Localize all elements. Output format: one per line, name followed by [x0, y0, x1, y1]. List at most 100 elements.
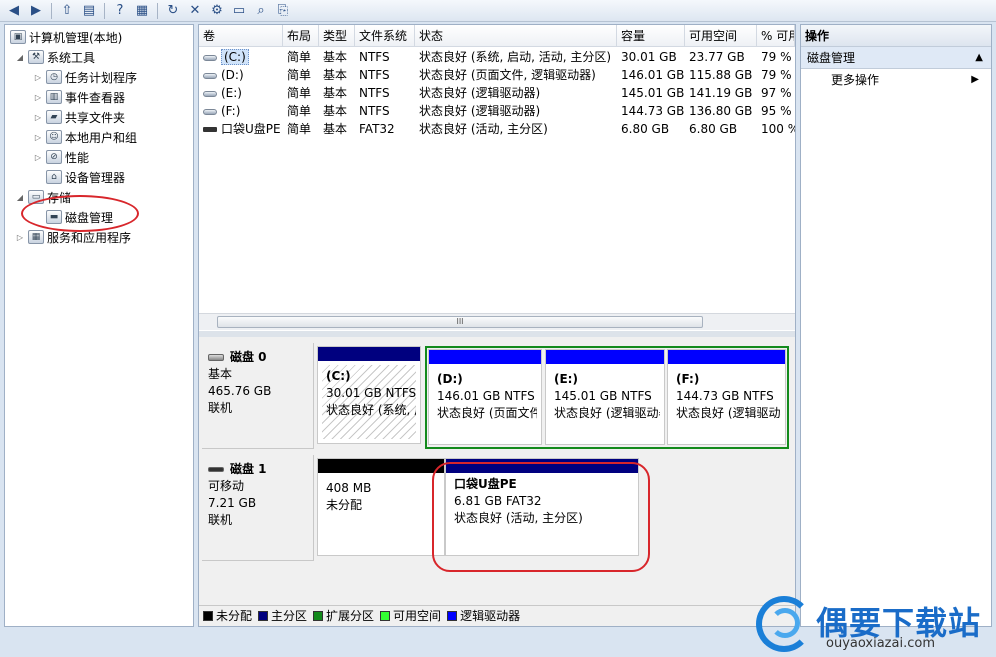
collapsed-arrow-icon[interactable]: ▷	[33, 113, 43, 122]
partition-status: 状态良好 (逻辑驱动器)	[676, 406, 781, 420]
legend-item: 可用空间	[380, 607, 441, 624]
partition-c[interactable]: (C:) 30.01 GB NTFS 状态良好 (系统, 启动, 活动, 主分区…	[317, 346, 421, 444]
partition-body: (C:) 30.01 GB NTFS 状态良好 (系统, 启动, 活动, 主分区…	[322, 365, 416, 439]
logical-drive-bar	[546, 350, 664, 364]
properties-icon[interactable]: ▦	[132, 2, 152, 20]
column-header-volume[interactable]: 卷	[199, 25, 283, 47]
unallocated-bar	[318, 459, 444, 473]
disk-type: 可移动	[208, 479, 245, 493]
tree-item-label: 事件查看器	[65, 90, 126, 105]
delete-icon[interactable]: ✕	[185, 2, 205, 20]
tree-item-root[interactable]: ▣ 计算机管理(本地)	[7, 28, 122, 46]
horizontal-scrollbar[interactable]: III	[199, 313, 795, 330]
refresh-icon[interactable]: ↻	[163, 2, 183, 20]
back-icon[interactable]: ◀	[4, 2, 24, 20]
layout-cell: 简单	[287, 122, 312, 136]
show-hide-tree-icon[interactable]: ▤	[79, 2, 99, 20]
column-header-type[interactable]: 类型	[319, 25, 355, 47]
table-row[interactable]: (D:) 简单 基本 NTFS 状态良好 (页面文件, 逻辑驱动器) 146.0…	[199, 66, 795, 84]
drive-icon	[203, 90, 217, 97]
open-icon[interactable]: ▭	[229, 2, 249, 20]
partition-f[interactable]: (F:) 144.73 GB NTFS 状态良好 (逻辑驱动器)	[667, 349, 786, 445]
device-manager-icon: ⌂	[46, 170, 62, 184]
disk-0-label[interactable]: 磁盘 0 基本 465.76 GB 联机	[202, 343, 314, 449]
forward-icon[interactable]: ▶	[26, 2, 46, 20]
legend-swatch	[258, 610, 269, 621]
settings-icon[interactable]: ⚙	[207, 2, 227, 20]
collapsed-arrow-icon[interactable]: ▷	[33, 93, 43, 102]
percent-free-cell: 100 %	[761, 122, 795, 136]
column-header-percent-free[interactable]: % 可用	[757, 25, 795, 47]
tree-item-label: 计算机管理(本地)	[29, 30, 123, 45]
column-header-free-space[interactable]: 可用空间	[685, 25, 757, 47]
actions-section-label: 磁盘管理	[807, 51, 856, 65]
partition-unallocated[interactable]: 408 MB 未分配	[317, 458, 445, 556]
type-cell: 基本	[323, 68, 348, 82]
tree-item-label: 共享文件夹	[65, 110, 126, 125]
collapse-up-icon[interactable]: ▲	[975, 47, 983, 69]
volume-name: 口袋U盘PE	[221, 122, 281, 136]
collapsed-arrow-icon[interactable]: ▷	[33, 133, 43, 142]
scrollbar-thumb[interactable]: III	[217, 316, 703, 328]
table-header: 卷 布局 类型 文件系统 状态 容量 可用空间 % 可用	[199, 25, 795, 47]
table-row[interactable]: (F:) 简单 基本 NTFS 状态良好 (逻辑驱动器) 144.73 GB 1…	[199, 102, 795, 120]
partition-status: 未分配	[326, 498, 363, 512]
column-header-layout[interactable]: 布局	[283, 25, 319, 47]
console-tree: ▣ 计算机管理(本地) ◢ ⚒ 系统工具 ▷ ◷ 任务计划程序 ▷ ▥ 事件查看…	[4, 24, 194, 627]
tree-item-label: 性能	[65, 150, 90, 165]
more-actions-item[interactable]: 更多操作 ▶	[801, 69, 991, 91]
layout-cell: 简单	[287, 50, 312, 64]
toolbar-separator	[51, 2, 52, 19]
layout-cell: 简单	[287, 104, 312, 118]
free-space-cell: 115.88 GB	[689, 68, 753, 82]
shared-folder-icon: ▰	[46, 110, 62, 124]
volume-name: (C:)	[221, 49, 249, 65]
tree-item-local-users[interactable]: ▷ ☺ 本地用户和组	[33, 128, 137, 146]
tree-item-task-scheduler[interactable]: ▷ ◷ 任务计划程序	[33, 68, 137, 86]
expanded-arrow-icon[interactable]: ◢	[15, 53, 25, 62]
tree-item-event-viewer[interactable]: ▷ ▥ 事件查看器	[33, 88, 125, 106]
logo-inner-ring-icon	[770, 608, 800, 638]
collapsed-arrow-icon[interactable]: ▷	[15, 233, 25, 242]
collapsed-arrow-icon[interactable]: ▷	[33, 73, 43, 82]
type-cell: 基本	[323, 122, 348, 136]
tree-item-system-tools[interactable]: ◢ ⚒ 系统工具	[15, 48, 95, 66]
type-cell: 基本	[323, 104, 348, 118]
actions-section-disk-management[interactable]: 磁盘管理 ▲	[801, 47, 991, 69]
partition-d[interactable]: (D:) 146.01 GB NTFS 状态良好 (页面文件, 逻辑驱动器)	[428, 349, 542, 445]
collapsed-arrow-icon[interactable]: ▷	[33, 153, 43, 162]
export-icon[interactable]: ⎘	[273, 2, 293, 20]
help-icon[interactable]: ?	[110, 2, 130, 20]
disk-name: 磁盘 1	[230, 462, 267, 476]
partition-status: 状态良好 (系统, 启动, 活动, 主分区)	[326, 403, 416, 417]
toolbar: ◀ ▶ ⇧ ▤ ? ▦ ↻ ✕ ⚙ ▭ ⌕ ⎘	[0, 0, 996, 22]
toolbar-separator	[157, 2, 158, 19]
free-space-cell: 136.80 GB	[689, 104, 753, 118]
filesystem-cell: NTFS	[359, 104, 390, 118]
up-icon[interactable]: ⇧	[57, 2, 77, 20]
usb-drive-icon	[203, 127, 217, 132]
tree-item-shared-folders[interactable]: ▷ ▰ 共享文件夹	[33, 108, 125, 126]
disk-management-pane: 卷 布局 类型 文件系统 状态 容量 可用空间 % 可用 (C:) 简单 基本 …	[198, 24, 796, 627]
partition-name: (C:)	[326, 369, 351, 383]
status-cell: 状态良好 (页面文件, 逻辑驱动器)	[419, 68, 596, 82]
tree-item-performance[interactable]: ▷ ⊘ 性能	[33, 148, 89, 166]
legend-swatch	[203, 610, 213, 621]
partition-e[interactable]: (E:) 145.01 GB NTFS 状态良好 (逻辑驱动器)	[545, 349, 665, 445]
disk-graphical-view: 磁盘 0 基本 465.76 GB 联机 (C:) 30.01 GB NTFS …	[199, 337, 795, 626]
column-header-filesystem[interactable]: 文件系统	[355, 25, 415, 47]
column-header-capacity[interactable]: 容量	[617, 25, 685, 47]
table-row[interactable]: (C:) 简单 基本 NTFS 状态良好 (系统, 启动, 活动, 主分区) 3…	[199, 48, 795, 66]
legend-label: 未分配	[216, 609, 253, 623]
table-row[interactable]: (E:) 简单 基本 NTFS 状态良好 (逻辑驱动器) 145.01 GB 1…	[199, 84, 795, 102]
expanded-arrow-icon[interactable]: ◢	[15, 193, 25, 202]
search-icon[interactable]: ⌕	[251, 2, 271, 20]
partition-body: 408 MB 未分配	[322, 477, 440, 551]
legend-item: 扩展分区	[313, 607, 374, 624]
partition-detail: 146.01 GB NTFS	[437, 389, 535, 403]
status-cell: 状态良好 (逻辑驱动器)	[419, 86, 541, 100]
tree-item-device-manager[interactable]: ⌂ 设备管理器	[43, 168, 125, 186]
table-row[interactable]: 口袋U盘PE 简单 基本 FAT32 状态良好 (活动, 主分区) 6.80 G…	[199, 120, 795, 138]
column-header-status[interactable]: 状态	[415, 25, 617, 47]
disk-1-label[interactable]: 磁盘 1 可移动 7.21 GB 联机	[202, 455, 314, 561]
